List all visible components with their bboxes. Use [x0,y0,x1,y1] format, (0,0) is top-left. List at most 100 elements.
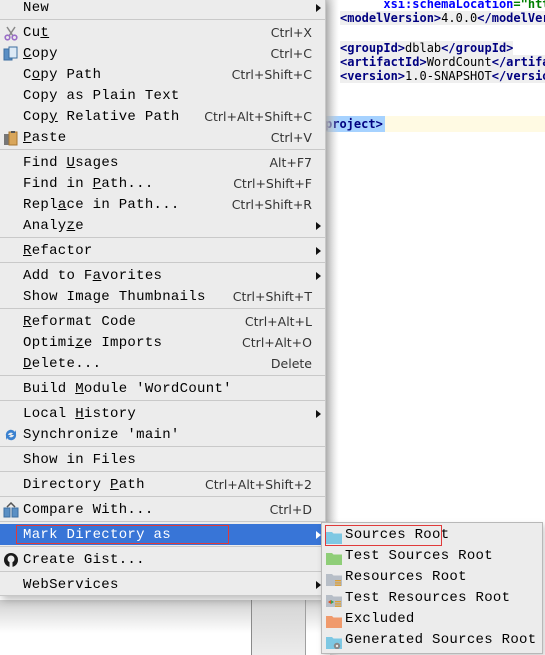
menu-item-shortcut: Delete [270,356,312,371]
submenu-item-label: Test Sources Root [345,548,493,564]
code-token: </artifa [491,55,545,69]
menu-item-label: Reformat Code [23,313,137,330]
menu-item-label: Build Module 'WordCount' [23,380,232,397]
generated-sources-root-folder-icon [326,634,342,650]
submenu-item-test-sources-root[interactable]: Test Sources Root [322,546,542,567]
menu-item-build-module-wordcount[interactable]: Build Module 'WordCount' [0,378,325,399]
menu-item-label: New [23,0,50,16]
menu-item-label: Analyze [23,217,84,234]
menu-item-cut[interactable]: Cut Ctrl+X [0,22,325,43]
menu-item-label: Add to Favorites [23,267,163,284]
menu-item-copy-relative-path[interactable]: Copy Relative Path Ctrl+Alt+Shift+C [0,106,325,127]
menu-item-label: Optimize Imports [23,334,163,351]
menu-item-optimize-imports[interactable]: Optimize Imports Ctrl+Alt+O [0,332,325,353]
menu-item-shortcut: Ctrl+Shift+R [231,197,312,212]
menu-item-shortcut: Ctrl+Alt+L [244,314,312,329]
menu-item-label: Copy Path [23,66,102,83]
menu-item-shortcut: Ctrl+Shift+C [231,67,312,82]
menu-item-label: Replace in Path... [23,196,180,213]
excluded-folder-icon [326,613,342,628]
code-token: xsi:schemaLocation [383,0,514,11]
menu-item-label: Find in Path... [23,175,154,192]
scissors-icon [3,25,19,41]
menu-item-create-gist[interactable]: Create Gist... [0,549,325,570]
submenu-item-label: Resources Root [345,569,467,585]
menu-item-shortcut: Ctrl+Shift+F [233,176,312,191]
panel-divider[interactable] [305,600,306,655]
mark-directory-submenu: Sources Root Test Sources Root Resources R… [321,522,543,654]
menu-item-replace-in-path[interactable]: Replace in Path... Ctrl+Shift+R [0,194,325,215]
menu-item-new[interactable]: New [0,0,325,18]
compare-icon [3,502,19,518]
menu-item-shortcut: Ctrl+V [270,130,312,145]
menu-item-label: Synchronize 'main' [23,426,180,443]
menu-item-label: Show Image Thumbnails [23,288,206,305]
submenu-item-label: Excluded [345,611,415,627]
menu-item-webservices[interactable]: WebServices [0,574,325,595]
code-line: <version>1.0-SNAPSHOT</version [340,69,545,83]
menu-item-add-to-favorites[interactable]: Add to Favorites [0,265,325,286]
menu-item-label: Show in Files [23,451,137,468]
menu-item-compare-with[interactable]: Compare With... Ctrl+D [0,499,325,520]
submenu-arrow-icon [316,222,321,230]
menu-item-label: Refactor [23,242,93,259]
panel-divider[interactable] [251,600,252,655]
code-line: <artifactId>WordCount</artifa [340,55,545,69]
code-token: <groupId> [340,41,406,55]
menu-item-copy[interactable]: Copy Ctrl+C [0,43,325,64]
menu-item-delete[interactable]: Delete... Delete [0,353,325,374]
submenu-item-generated-sources-root[interactable]: Generated Sources Root [322,630,542,651]
code-token: <modelVersion> [340,11,442,25]
annotation-highlight-box [16,525,229,544]
submenu-item-sources-root[interactable]: Sources Root [322,525,542,546]
menu-item-mark-directory-as[interactable]: Mark Directory as [0,524,325,545]
menu-item-directory-path[interactable]: Directory Path Ctrl+Alt+Shift+2 [0,474,325,495]
menu-item-shortcut: Ctrl+Alt+O [242,335,312,350]
menu-item-label: Paste [23,129,67,146]
menu-item-refactor[interactable]: Refactor [0,240,325,261]
code-token: 4.0.0 [441,11,478,25]
menu-item-label: Compare With... [23,501,154,518]
submenu-item-label: Test Resources Root [345,590,511,606]
menu-item-label: Copy as Plain Text [23,87,180,104]
code-token: ="http: [513,0,545,11]
test-resources-root-folder-icon [326,592,342,607]
menu-item-paste[interactable]: Paste Ctrl+V [0,127,325,148]
menu-item-label: Find Usages [23,154,119,171]
code-token: dblab [405,41,442,55]
submenu-item-test-resources-root[interactable]: Test Resources Root [322,588,542,609]
panel-divider-area [252,600,305,655]
github-icon [3,552,19,568]
submenu-arrow-icon [316,410,321,418]
menu-item-show-in-files[interactable]: Show in Files [0,449,325,470]
submenu-arrow-icon [316,247,321,255]
code-token: <artifactId> [340,55,427,69]
code-line: xsi:schemaLocation="http: [340,0,545,11]
menu-item-label: Create Gist... [23,551,145,568]
context-menu: New Cut Ctrl+X Copy Ctrl+C Copy Path Ctrl+Shif… [0,0,326,596]
submenu-item-excluded[interactable]: Excluded [322,609,542,630]
menu-item-find-in-path[interactable]: Find in Path... Ctrl+Shift+F [0,173,325,194]
bottom-panel [0,600,330,655]
menu-item-shortcut: Ctrl+Alt+Shift+C [204,109,312,124]
code-line: <modelVersion>4.0.0</modelVers [340,11,545,25]
menu-item-copy-path[interactable]: Copy Path Ctrl+Shift+C [0,64,325,85]
menu-item-copy-as-plain-text[interactable]: Copy as Plain Text [0,85,325,106]
menu-item-local-history[interactable]: Local History [0,403,325,424]
code-token: </groupId> [441,41,514,55]
code-token: <version> [340,69,406,83]
annotation-highlight-box [325,525,442,546]
menu-item-reformat-code[interactable]: Reformat Code Ctrl+Alt+L [0,311,325,332]
submenu-item-label: Generated Sources Root [345,632,537,648]
menu-item-find-usages[interactable]: Find Usages Alt+F7 [0,152,325,173]
submenu-arrow-icon [316,272,321,280]
menu-item-show-image-thumbnails[interactable]: Show Image Thumbnails Ctrl+Shift+T [0,286,325,307]
menu-item-shortcut: Alt+F7 [269,155,312,170]
menu-item-analyze[interactable]: Analyze [0,215,325,236]
menu-item-label: Local History [23,405,137,422]
copy-icon [3,46,19,62]
submenu-item-resources-root[interactable]: Resources Root [322,567,542,588]
code-token: WordCount [426,55,492,69]
menu-item-synchronize-main[interactable]: Synchronize 'main' [0,424,325,445]
